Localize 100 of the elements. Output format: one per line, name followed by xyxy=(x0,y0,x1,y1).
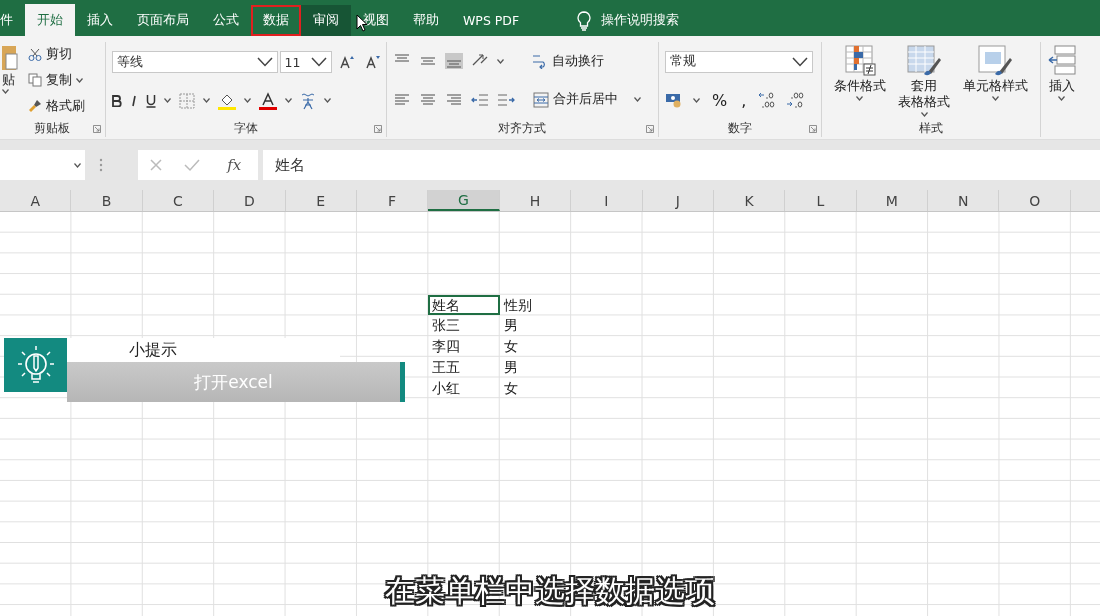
column-header[interactable]: H xyxy=(499,190,572,211)
caret-icon[interactable] xyxy=(2,89,9,94)
copy-icon xyxy=(28,73,42,88)
underline-icon[interactable] xyxy=(145,93,156,108)
caret-icon[interactable] xyxy=(633,97,641,103)
decrease-indent-icon[interactable] xyxy=(470,91,489,108)
caret-icon[interactable] xyxy=(692,97,700,103)
caret-icon[interactable] xyxy=(310,57,327,68)
caret-icon[interactable] xyxy=(243,98,251,104)
caret-icon[interactable] xyxy=(202,98,210,104)
caret-icon[interactable] xyxy=(1058,96,1066,101)
copy-button[interactable]: 复制 xyxy=(26,71,87,90)
group-label: 对齐方式 xyxy=(497,120,548,137)
ribbon-tab[interactable]: 数据 xyxy=(251,5,301,36)
column-header[interactable]: I xyxy=(571,190,643,211)
table-cell[interactable]: 女 xyxy=(499,336,572,357)
table-cell[interactable]: 男 xyxy=(499,356,572,378)
launcher-icon[interactable] xyxy=(92,125,101,133)
format-painter-button[interactable]: 格式刷 xyxy=(26,96,87,116)
group-label: 剪贴板 xyxy=(33,120,72,137)
ribbon-tab[interactable]: 帮助 xyxy=(401,5,451,36)
table-cell[interactable]: 姓名 xyxy=(428,294,500,316)
caret-icon[interactable] xyxy=(856,96,864,101)
caret-icon[interactable] xyxy=(284,98,292,104)
table-cell[interactable]: 小红 xyxy=(428,377,500,399)
table-cell[interactable]: 李四 xyxy=(428,336,500,357)
column-header[interactable]: G xyxy=(428,190,500,211)
column-header[interactable]: L xyxy=(785,190,857,211)
grow-font-icon[interactable] xyxy=(339,55,354,70)
lightbulb-icon xyxy=(577,10,592,31)
cut-button[interactable]: 剪切 xyxy=(26,45,87,65)
column-header[interactable]: B xyxy=(71,190,143,211)
comma-button[interactable]: , xyxy=(739,89,749,111)
font-name-field[interactable]: 等线 xyxy=(111,51,278,74)
merge-center-button[interactable]: 合并后居中 xyxy=(530,90,620,110)
check-icon[interactable] xyxy=(184,158,200,172)
style-button[interactable]: 条件格式 xyxy=(829,42,890,119)
font-color-icon[interactable] xyxy=(258,91,277,110)
search-field[interactable]: 操作说明搜索 xyxy=(601,12,680,29)
caret-icon[interactable] xyxy=(76,78,83,83)
caret-icon[interactable] xyxy=(323,98,331,104)
caret-icon[interactable] xyxy=(496,58,504,64)
paste-button[interactable]: 贴 xyxy=(2,72,18,89)
percent-button[interactable]: % xyxy=(709,89,730,111)
column-header[interactable]: C xyxy=(142,190,215,211)
phonetic-icon[interactable] xyxy=(299,91,316,110)
style-button[interactable]: 单元格样式 xyxy=(958,42,1032,119)
ribbon-tab[interactable]: 插入 xyxy=(75,5,125,36)
caret-icon[interactable] xyxy=(256,57,273,68)
insert-button[interactable]: 插入 xyxy=(1042,42,1081,137)
column-header[interactable]: N xyxy=(928,190,1000,211)
wrap-text-icon xyxy=(531,53,548,70)
tip-title: 小提示 xyxy=(67,338,340,362)
decrease-decimal-icon[interactable] xyxy=(786,91,805,109)
caret-icon[interactable] xyxy=(163,98,171,104)
increase-decimal-icon[interactable] xyxy=(758,91,777,109)
ribbon-tab[interactable]: 页面布局 xyxy=(125,5,201,36)
bold-icon[interactable] xyxy=(111,94,122,107)
ribbon-tab[interactable]: 开始 xyxy=(25,4,75,36)
wrap-text-button[interactable]: 自动换行 xyxy=(529,51,606,71)
ribbon-tab[interactable]: 视图 xyxy=(351,5,401,36)
group-label: 样式 xyxy=(917,120,944,137)
ribbon-tab[interactable]: 件 xyxy=(0,5,25,36)
shrink-font-icon[interactable] xyxy=(365,55,380,70)
table-cell[interactable]: 张三 xyxy=(428,315,500,337)
launcher-icon[interactable] xyxy=(808,125,817,133)
subtitle-caption: 在菜单栏中选择数据选项 xyxy=(385,573,715,608)
column-header[interactable]: E xyxy=(285,190,357,211)
formula-field[interactable]: 姓名 xyxy=(263,150,1100,180)
column-header[interactable]: D xyxy=(214,190,286,211)
caret-icon[interactable] xyxy=(74,162,81,168)
increase-indent-icon[interactable] xyxy=(496,91,515,108)
column-header[interactable]: K xyxy=(713,190,786,211)
caret-icon[interactable] xyxy=(920,112,928,117)
tip-text: 打开excel xyxy=(67,362,405,402)
align-bottom-icon[interactable] xyxy=(444,53,463,70)
number-format-field[interactable]: 常规 xyxy=(664,50,813,73)
table-cell[interactable]: 女 xyxy=(499,377,572,399)
column-header[interactable]: O xyxy=(999,190,1071,211)
ribbon-tab[interactable]: 公式 xyxy=(201,5,251,36)
launcher-icon[interactable] xyxy=(373,125,382,133)
table-cell[interactable]: 性别 xyxy=(499,294,572,316)
italic-icon[interactable] xyxy=(129,94,138,107)
launcher-icon[interactable] xyxy=(645,125,654,133)
caret-icon[interactable] xyxy=(791,56,808,67)
style-button[interactable]: 套用 表格格式 xyxy=(894,42,955,119)
column-header[interactable]: J xyxy=(642,190,714,211)
ribbon-tab[interactable]: WPS PDF xyxy=(451,5,532,36)
table-cell[interactable]: 男 xyxy=(499,315,572,337)
column-header[interactable]: M xyxy=(856,190,929,211)
caret-icon[interactable] xyxy=(991,96,999,101)
table-cell[interactable]: 王五 xyxy=(428,356,500,378)
group-label: 数字 xyxy=(726,120,753,137)
currency-icon[interactable] xyxy=(664,92,683,108)
table-format-icon xyxy=(906,44,943,76)
ribbon-tab[interactable]: 审阅 xyxy=(301,5,351,36)
insert-function-button[interactable]: fx xyxy=(221,155,248,175)
font-size-field[interactable]: 11 xyxy=(279,51,332,74)
column-header[interactable]: A xyxy=(0,190,72,211)
grip-icon xyxy=(99,158,103,172)
